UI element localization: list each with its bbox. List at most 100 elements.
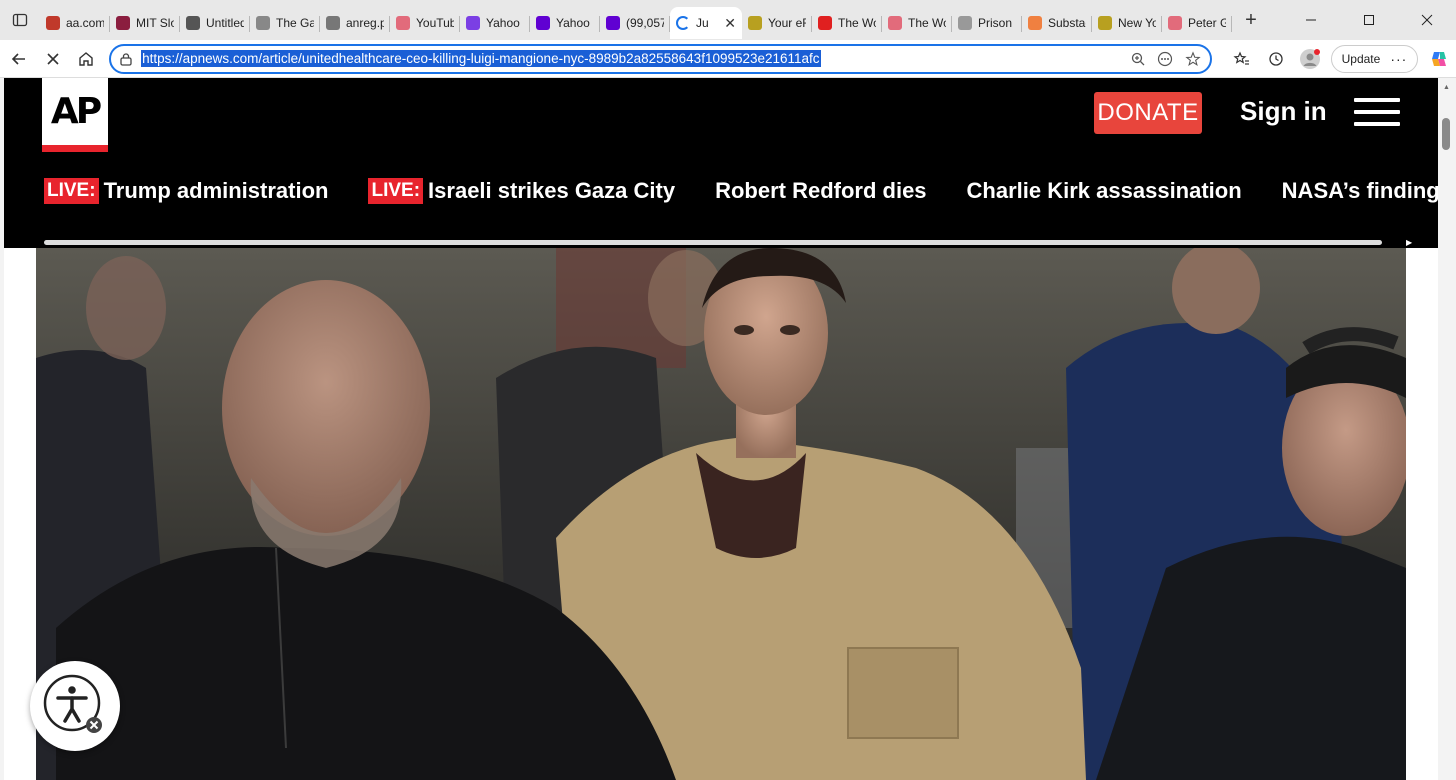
profile-button[interactable]: [1293, 42, 1327, 76]
tab[interactable]: YouTub: [390, 7, 460, 39]
back-arrow-icon: [11, 52, 25, 65]
avatar-icon: [1299, 48, 1320, 69]
back-button[interactable]: [2, 42, 36, 76]
tab-title: Your eF: [768, 16, 806, 30]
copilot-icon: [1432, 51, 1447, 66]
tab-actions-icon: [12, 13, 28, 27]
accessibility-icon: [43, 674, 102, 733]
address-bar[interactable]: https://apnews.com/article/unitedhealthc…: [109, 43, 1212, 74]
tab-title: The Wo: [908, 16, 946, 30]
hamburger-menu-icon[interactable]: [1354, 98, 1400, 126]
more-dots-icon: ···: [1390, 50, 1408, 67]
trending-topics-bar: LIVE: Trump administration LIVE: Israeli st…: [44, 176, 1438, 206]
trending-link[interactable]: NASA’s findings on Ma: [1282, 176, 1438, 206]
stop-loading-button[interactable]: [36, 42, 70, 76]
gp-favicon: [256, 16, 270, 30]
tab[interactable]: anreg.p: [320, 7, 390, 39]
trending-label: NASA’s findings on Ma: [1281, 178, 1438, 203]
youtube-favicon: [818, 16, 832, 30]
tab-title: The Wo: [838, 16, 876, 30]
yahoo-mail-favicon: [606, 16, 620, 30]
favorite-star-icon[interactable]: [1184, 50, 1202, 67]
home-icon: [79, 51, 93, 66]
sign-in-link[interactable]: Sign in: [1240, 96, 1327, 127]
trending-link[interactable]: LIVE: Trump administration: [44, 176, 328, 206]
youtube-favicon: [396, 16, 410, 30]
tab[interactable]: (99,057: [600, 7, 670, 39]
scroll-up-arrow-icon[interactable]: ▲: [1443, 84, 1450, 91]
close-tab-icon[interactable]: ✕: [724, 15, 736, 32]
youtube-favicon: [1168, 16, 1182, 30]
home-button[interactable]: [69, 42, 103, 76]
trending-link[interactable]: Robert Redford dies: [715, 176, 926, 206]
close-icon: [46, 52, 59, 65]
update-button[interactable]: Update ···: [1330, 44, 1419, 73]
url-text[interactable]: https://apnews.com/article/unitedhealthc…: [141, 50, 821, 67]
tab-title: Untitled: [206, 16, 244, 30]
browser-toolbar: https://apnews.com/article/unitedhealthc…: [0, 40, 1456, 78]
copilot-button[interactable]: [1422, 42, 1456, 76]
tab[interactable]: The Wo: [812, 7, 882, 39]
tab-title: aa.com: [66, 16, 104, 30]
globe-icon: [186, 16, 200, 30]
tab[interactable]: Your eF: [742, 7, 812, 39]
more-options-circle-icon[interactable]: [1156, 51, 1174, 67]
favorites-list-icon: [1233, 50, 1250, 65]
trending-link[interactable]: Charlie Kirk assassination: [967, 176, 1242, 206]
tab-title: The Ga: [276, 16, 314, 30]
maximize-button[interactable]: [1340, 0, 1398, 40]
tab-actions-button[interactable]: [0, 0, 40, 40]
substack-favicon: [1028, 16, 1042, 30]
tab-active[interactable]: Ju ✕: [670, 7, 742, 39]
web-page: AP DONATE Sign in LIVE: Trump administrat…: [4, 78, 1438, 780]
live-badge: LIVE:: [44, 178, 99, 204]
tab-title: New Yo: [1118, 16, 1156, 30]
tab[interactable]: Peter G: [1162, 7, 1232, 39]
tab-title: YouTub: [416, 16, 454, 30]
trending-scrollbar[interactable]: [44, 240, 1382, 245]
tab[interactable]: The Wo: [882, 7, 952, 39]
scroll-right-arrow-icon[interactable]: ▶: [1406, 238, 1412, 247]
update-label: Update: [1341, 51, 1381, 66]
e-favicon: [1098, 16, 1112, 30]
trending-label: Robert Redford dies: [715, 178, 927, 203]
yahoo-favicon: [536, 16, 550, 30]
tab-strip: aa.com MIT Slo Untitled The Ga anreg.p YouTub…: [0, 0, 1456, 40]
zoom-icon[interactable]: [1130, 51, 1146, 67]
bird-favicon: [958, 16, 972, 30]
accessibility-button[interactable]: [30, 661, 120, 751]
trending-label: Trump administration: [103, 178, 329, 203]
new-tab-button[interactable]: +: [1236, 5, 1266, 35]
maximize-icon: [1364, 15, 1374, 25]
tab-title: Yahoo: [556, 16, 590, 30]
tab[interactable]: Prison: [952, 7, 1022, 39]
ap-header: AP DONATE Sign in LIVE: Trump administrat…: [4, 78, 1438, 248]
favorites-button[interactable]: [1226, 42, 1260, 76]
tab[interactable]: New Yo: [1092, 7, 1162, 39]
history-icon: [1269, 51, 1283, 66]
tab[interactable]: Untitled: [180, 7, 250, 39]
tab[interactable]: MIT Slo: [110, 7, 180, 39]
tab[interactable]: Yahoo: [530, 7, 600, 39]
ap-logo[interactable]: AP: [42, 78, 108, 152]
yahoo-favicon: [466, 16, 480, 30]
site-info-icon[interactable]: [119, 52, 133, 66]
tab-title: Substac: [1048, 16, 1086, 30]
tab-title: MIT Slo: [136, 16, 174, 30]
tab[interactable]: Yahoo: [460, 7, 530, 39]
close-window-button[interactable]: [1398, 0, 1456, 40]
trending-label: Israeli strikes Gaza City: [428, 178, 676, 203]
trending-link[interactable]: LIVE: Israeli strikes Gaza City: [368, 176, 675, 206]
donate-button[interactable]: DONATE: [1094, 92, 1202, 134]
minimize-button[interactable]: [1282, 0, 1340, 40]
loading-spinner-icon: [676, 16, 690, 30]
vertical-scrollbar[interactable]: ▲: [1438, 78, 1456, 780]
trending-label: Charlie Kirk assassination: [966, 178, 1242, 203]
vertical-scroll-thumb[interactable]: [1442, 118, 1450, 150]
tab[interactable]: The Ga: [250, 7, 320, 39]
e-favicon: [748, 16, 762, 30]
tab[interactable]: Substac: [1022, 7, 1092, 39]
tab[interactable]: aa.com: [40, 7, 110, 39]
tab-title: Yahoo: [486, 16, 520, 30]
history-button[interactable]: [1259, 42, 1293, 76]
